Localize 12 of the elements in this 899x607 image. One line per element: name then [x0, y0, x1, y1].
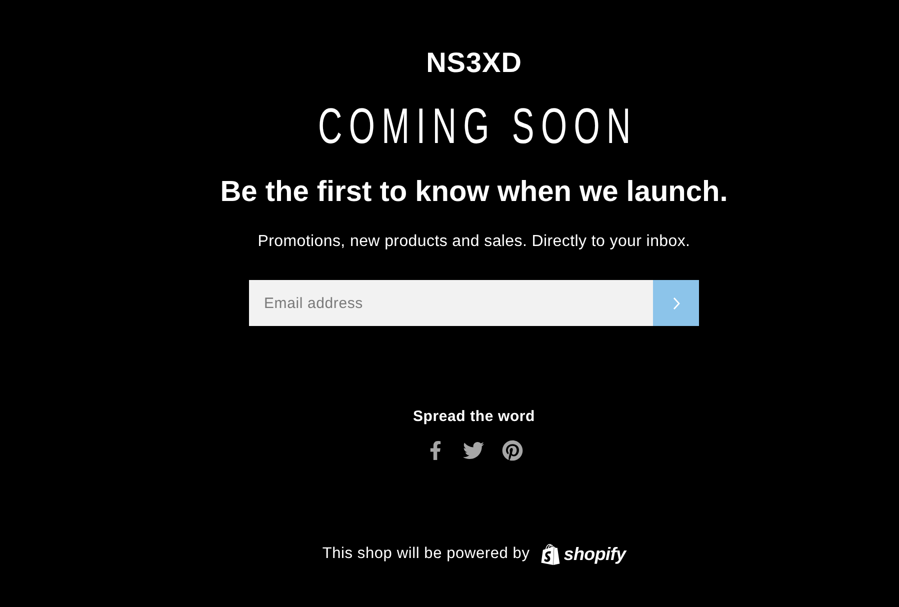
twitter-icon[interactable] — [462, 440, 484, 460]
pinterest-icon[interactable] — [502, 440, 522, 460]
headline: Be the first to know when we launch. — [220, 176, 728, 208]
shopping-bag-icon[interactable] — [540, 544, 561, 564]
email-field[interactable]: Email address — [249, 280, 653, 326]
subtitle: Promotions, new products and sales. Directly to your inbox. — [258, 232, 690, 252]
chevron-right-icon — [672, 296, 680, 310]
share-heading: Spread the word — [412, 407, 536, 427]
coming-soon-title: COMING SOON — [316, 98, 638, 154]
powered-by-text: This shop will be powered by — [322, 545, 530, 563]
logo-wordmark[interactable]: shopify — [564, 542, 626, 566]
brand-name: NS3XD — [426, 48, 522, 78]
